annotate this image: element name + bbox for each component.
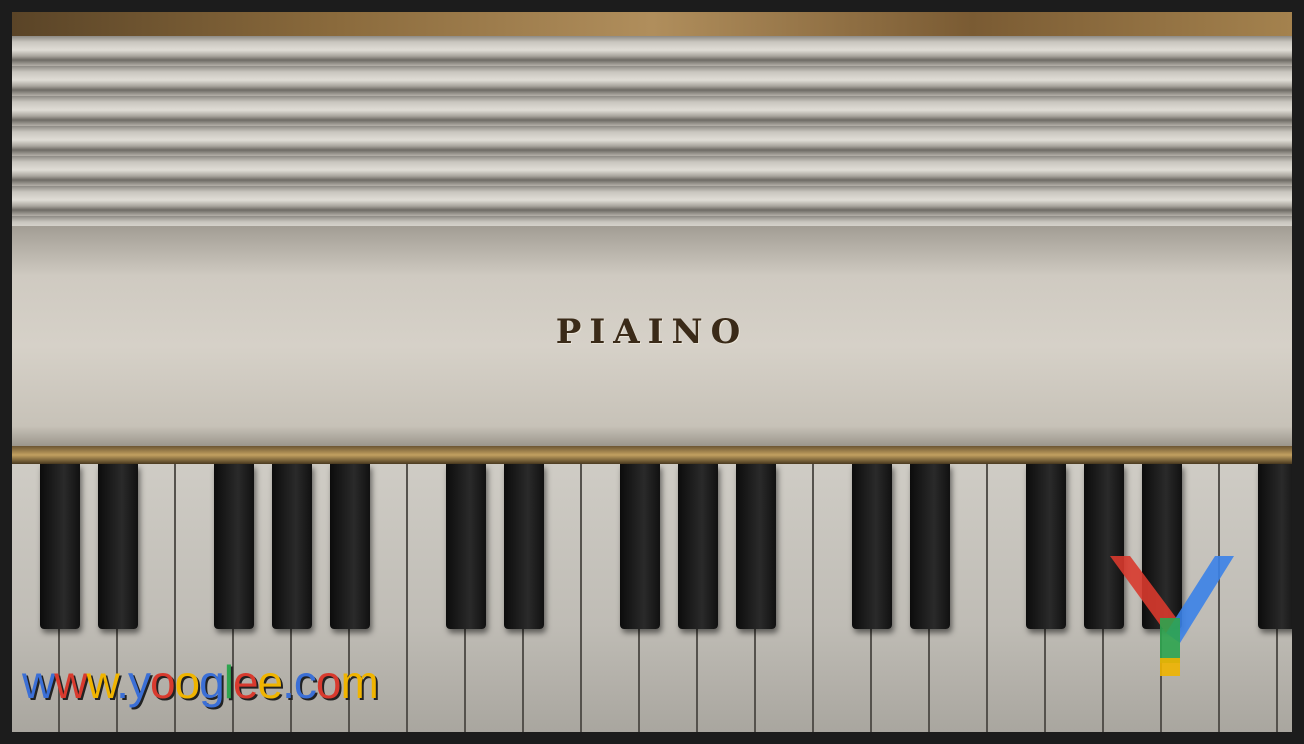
black-key	[736, 464, 776, 629]
yooglee-logo-icon	[1110, 556, 1234, 676]
watermark-letter: l	[223, 656, 234, 708]
black-key	[620, 464, 660, 629]
watermark-letter: c	[293, 656, 317, 708]
black-key	[214, 464, 254, 629]
black-key	[98, 464, 138, 629]
black-key	[1258, 464, 1292, 629]
watermark-letter: o	[149, 656, 176, 708]
music-rest-rails	[12, 36, 1292, 226]
black-key	[504, 464, 544, 629]
piano-photo: PIAINO	[12, 12, 1292, 732]
watermark-letter: e	[257, 656, 284, 708]
gold-trim	[12, 446, 1292, 464]
wood-background	[12, 12, 1292, 36]
black-key	[678, 464, 718, 629]
watermark-letter: o	[174, 656, 201, 708]
watermark-letter: m	[340, 656, 379, 708]
black-key	[330, 464, 370, 629]
watermark-url: www.yooglee.com	[22, 655, 379, 709]
watermark-letter: .	[282, 656, 295, 708]
black-key	[446, 464, 486, 629]
watermark-letter: .	[116, 656, 129, 708]
black-key	[40, 464, 80, 629]
watermark-letter: w	[22, 656, 55, 708]
black-key	[272, 464, 312, 629]
black-key	[910, 464, 950, 629]
watermark-letter: g	[199, 656, 225, 708]
black-key	[852, 464, 892, 629]
watermark-letter: w	[54, 656, 87, 708]
piano-brand-text: PIAINO	[555, 312, 749, 352]
watermark-letter: e	[232, 656, 259, 708]
black-key	[1026, 464, 1066, 629]
watermark-letter: o	[315, 656, 342, 708]
watermark-letter: w	[86, 656, 117, 708]
watermark-letter: y	[127, 656, 151, 708]
